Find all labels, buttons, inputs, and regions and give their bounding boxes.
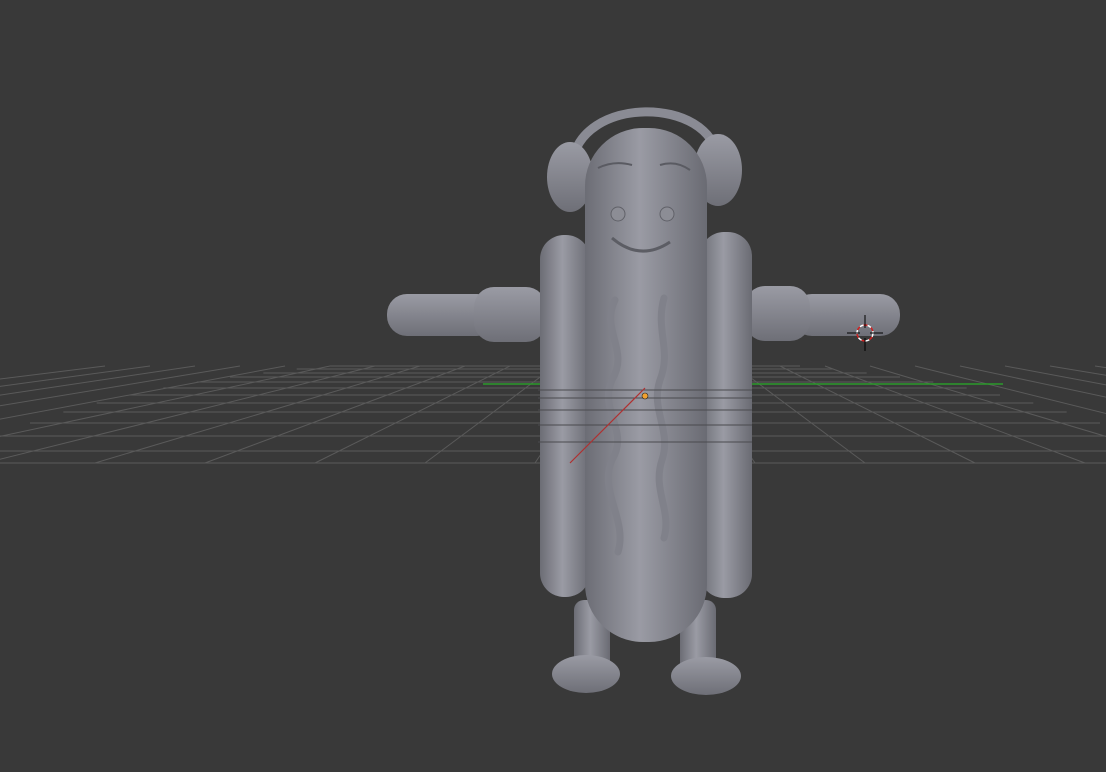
grid-line (734, 365, 866, 464)
grid-line (824, 365, 1086, 464)
grid-line (94, 365, 421, 464)
grid-line (869, 365, 1106, 437)
object-origin-icon (641, 392, 649, 400)
sausage-body (585, 128, 707, 642)
right-bun (700, 232, 752, 598)
viewport-canvas[interactable] (0, 0, 1106, 772)
left-arm (387, 287, 546, 342)
right-eye (659, 206, 675, 222)
grid-line (914, 365, 1106, 415)
3d-viewport[interactable] (0, 0, 1106, 772)
grid-line (204, 365, 466, 464)
grid-line (1094, 365, 1106, 369)
grid-line (0, 365, 106, 380)
grid-line (314, 365, 511, 464)
grid-line (0, 365, 376, 460)
grid-line (1049, 365, 1106, 376)
left-eye (610, 206, 626, 222)
left-bun (540, 235, 590, 597)
grid-line (0, 365, 331, 437)
grid-line (779, 365, 976, 464)
grid-line (0, 365, 241, 407)
grid-line (0, 365, 196, 396)
grid-line (1004, 365, 1106, 386)
grid-line (424, 365, 556, 464)
